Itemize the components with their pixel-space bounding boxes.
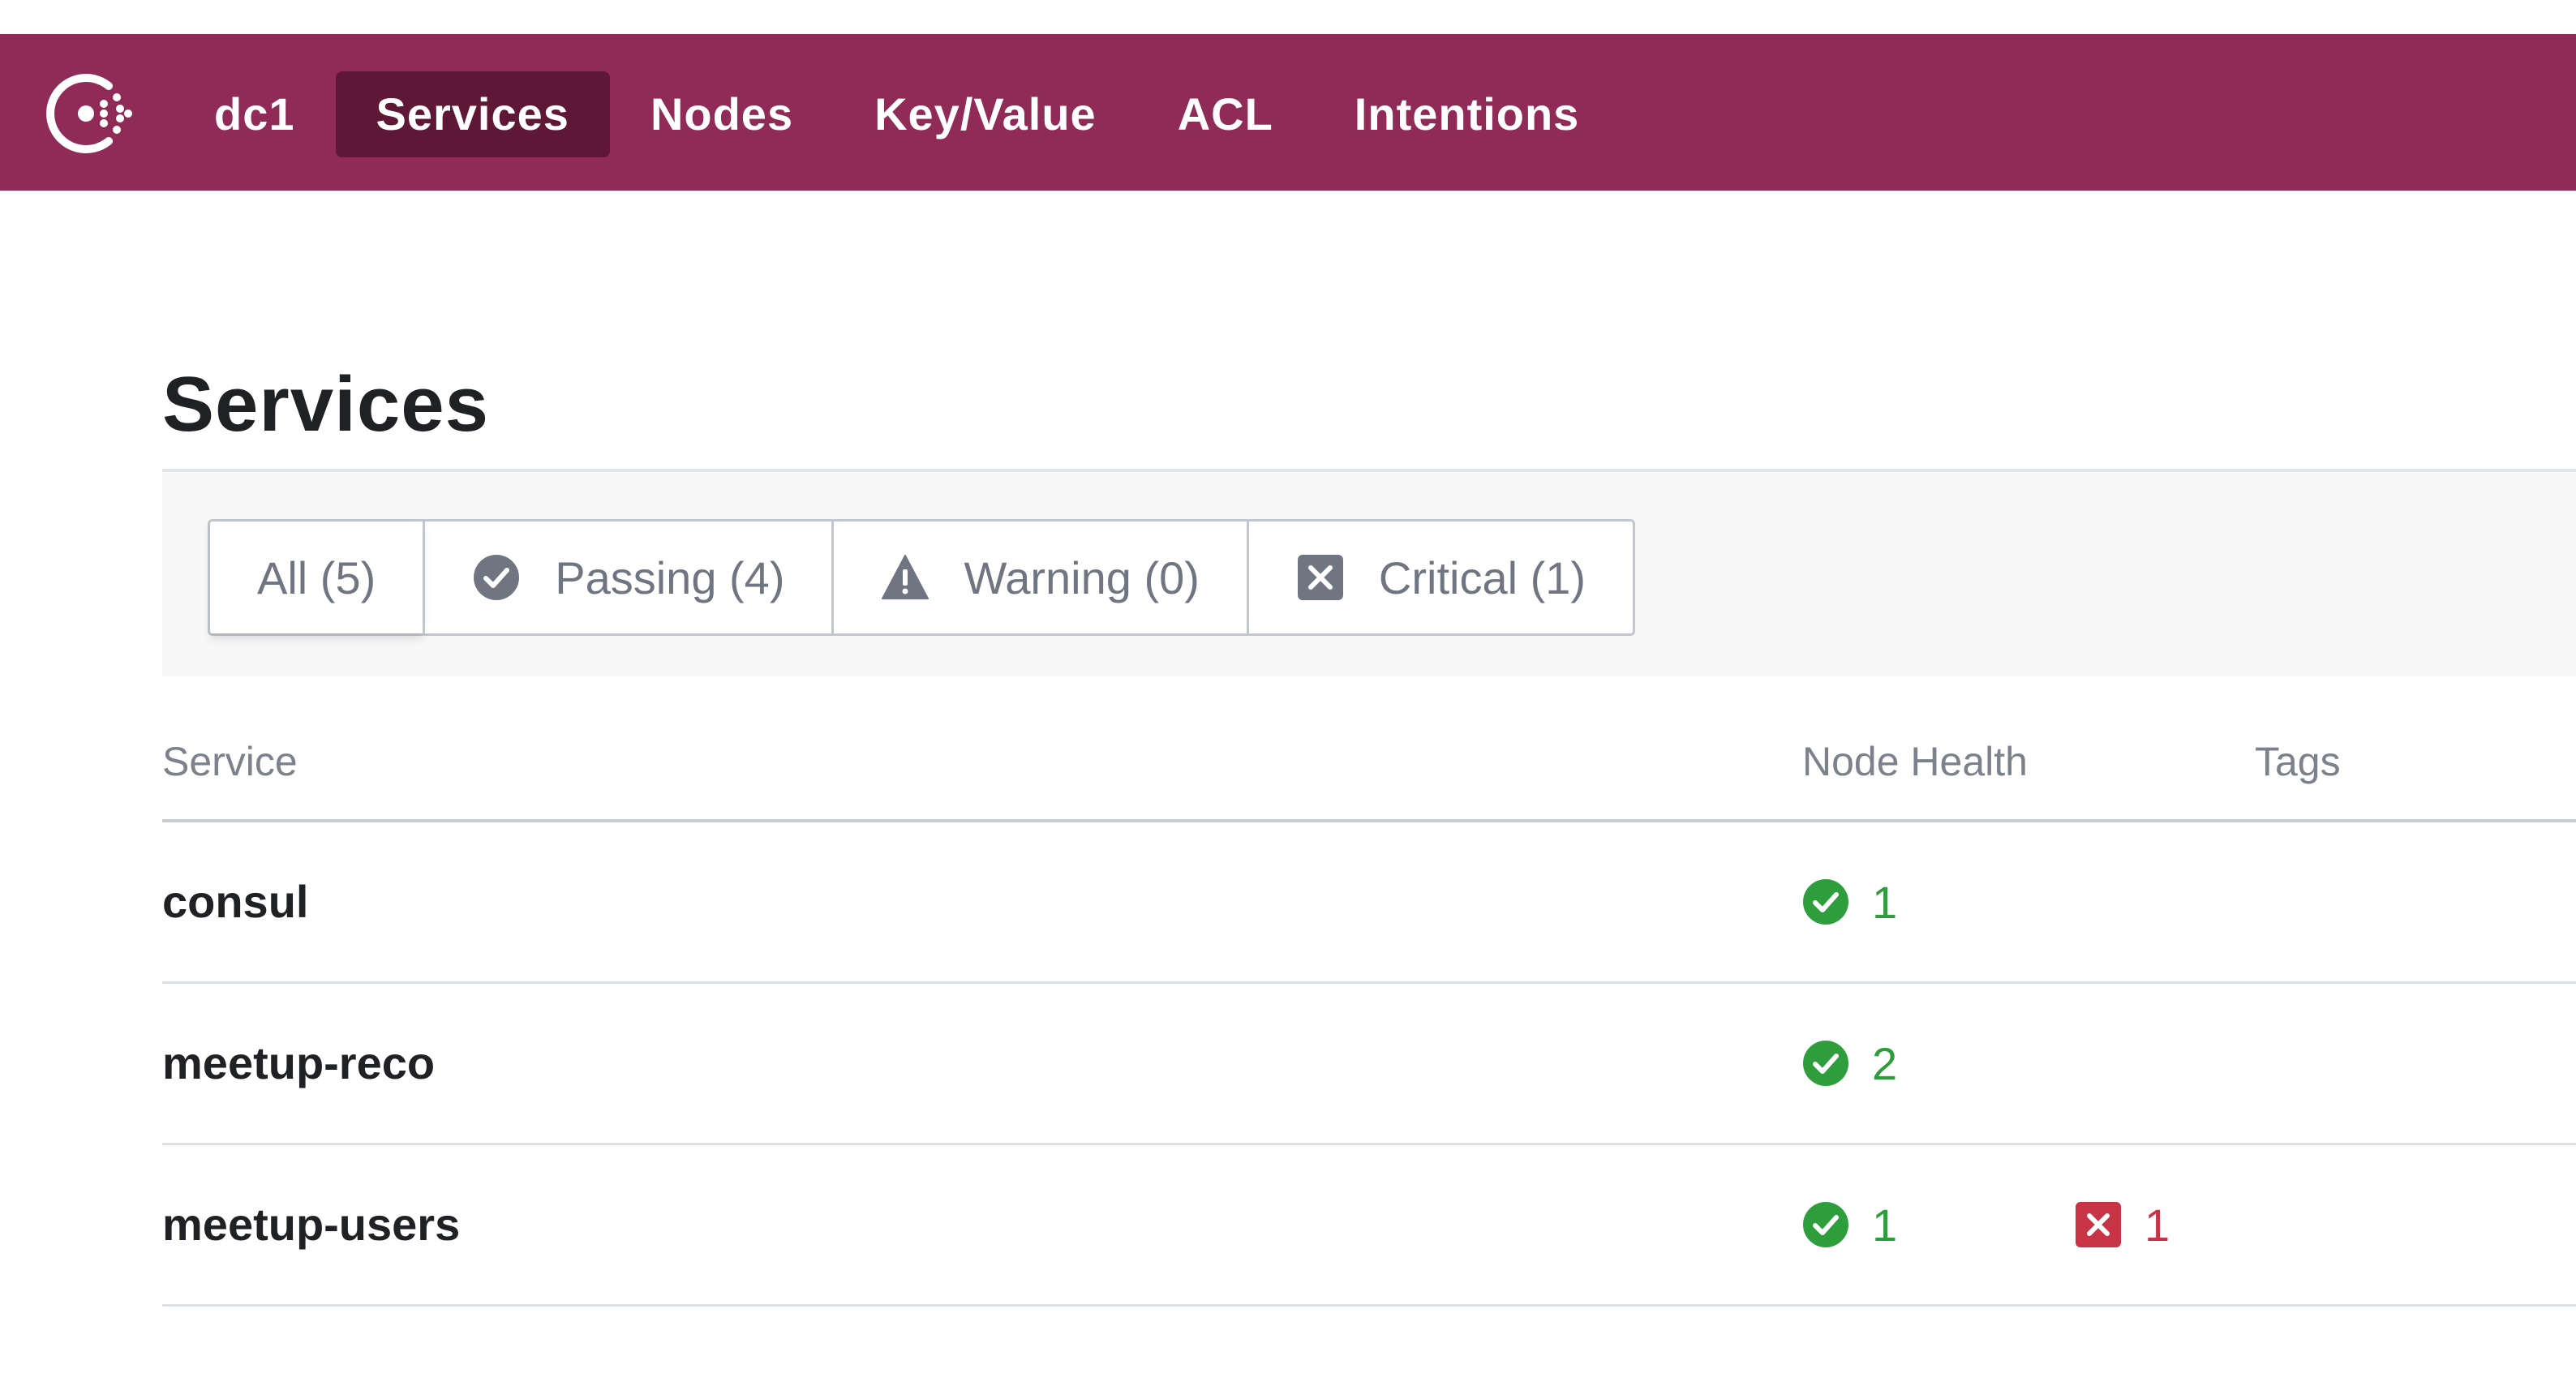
passing-count: 2 — [1872, 1037, 1898, 1089]
table-row[interactable]: consul 1 — [162, 822, 2576, 984]
passing-health: 1 — [1802, 822, 1897, 981]
column-header-tags: Tags — [2255, 739, 2341, 784]
passing-count: 1 — [1872, 1199, 1898, 1251]
critical-health: 1 — [2075, 1145, 2170, 1304]
column-header-service: Service — [162, 739, 298, 784]
critical-count: 1 — [2145, 1199, 2170, 1251]
check-circle-icon — [474, 555, 520, 600]
service-name[interactable]: meetup-users — [162, 1145, 460, 1304]
nav-services[interactable]: Services — [335, 71, 610, 157]
critical-x-icon — [2076, 1202, 2121, 1247]
column-header-node-health: Node Health — [1802, 739, 2028, 784]
table-row[interactable]: meetup-users 1 1 — [162, 1145, 2576, 1307]
health-filter-group: All (5) Passing (4) Warning (0) Critical… — [208, 519, 1636, 636]
filter-passing[interactable]: Passing (4) — [423, 522, 831, 633]
filter-all-label: All (5) — [257, 552, 376, 603]
filter-all[interactable]: All (5) — [210, 522, 423, 633]
passing-health: 1 — [1802, 1145, 1897, 1304]
service-name[interactable]: meetup-reco — [162, 984, 435, 1143]
filter-warning-label: Warning (0) — [964, 552, 1200, 603]
table-row[interactable]: meetup-reco 2 — [162, 984, 2576, 1145]
passing-count: 1 — [1872, 876, 1898, 928]
filter-warning[interactable]: Warning (0) — [831, 522, 1246, 633]
filter-critical-label: Critical (1) — [1378, 552, 1586, 603]
service-name[interactable]: consul — [162, 822, 308, 981]
critical-x-icon — [1297, 555, 1343, 600]
warning-triangle-icon — [882, 555, 930, 599]
nav-nodes[interactable]: Nodes — [610, 71, 834, 157]
passing-check-icon — [1803, 1202, 1848, 1247]
passing-check-icon — [1803, 879, 1848, 925]
filter-critical[interactable]: Critical (1) — [1246, 522, 1633, 633]
nav-acl[interactable]: ACL — [1137, 71, 1314, 157]
filter-passing-label: Passing (4) — [555, 552, 785, 603]
top-navigation-bar: dc1 Services Nodes Key/Value ACL Intenti… — [0, 34, 2576, 191]
consul-logo-icon[interactable] — [42, 68, 138, 159]
nav-intentions[interactable]: Intentions — [1314, 71, 1621, 157]
passing-check-icon — [1803, 1041, 1848, 1086]
main-nav: dc1 Services Nodes Key/Value ACL Intenti… — [188, 71, 1620, 157]
passing-health: 2 — [1802, 984, 1897, 1143]
nav-key-value[interactable]: Key/Value — [834, 71, 1137, 157]
datacenter-selector[interactable]: dc1 — [188, 71, 336, 157]
page-title: Services — [162, 361, 490, 448]
